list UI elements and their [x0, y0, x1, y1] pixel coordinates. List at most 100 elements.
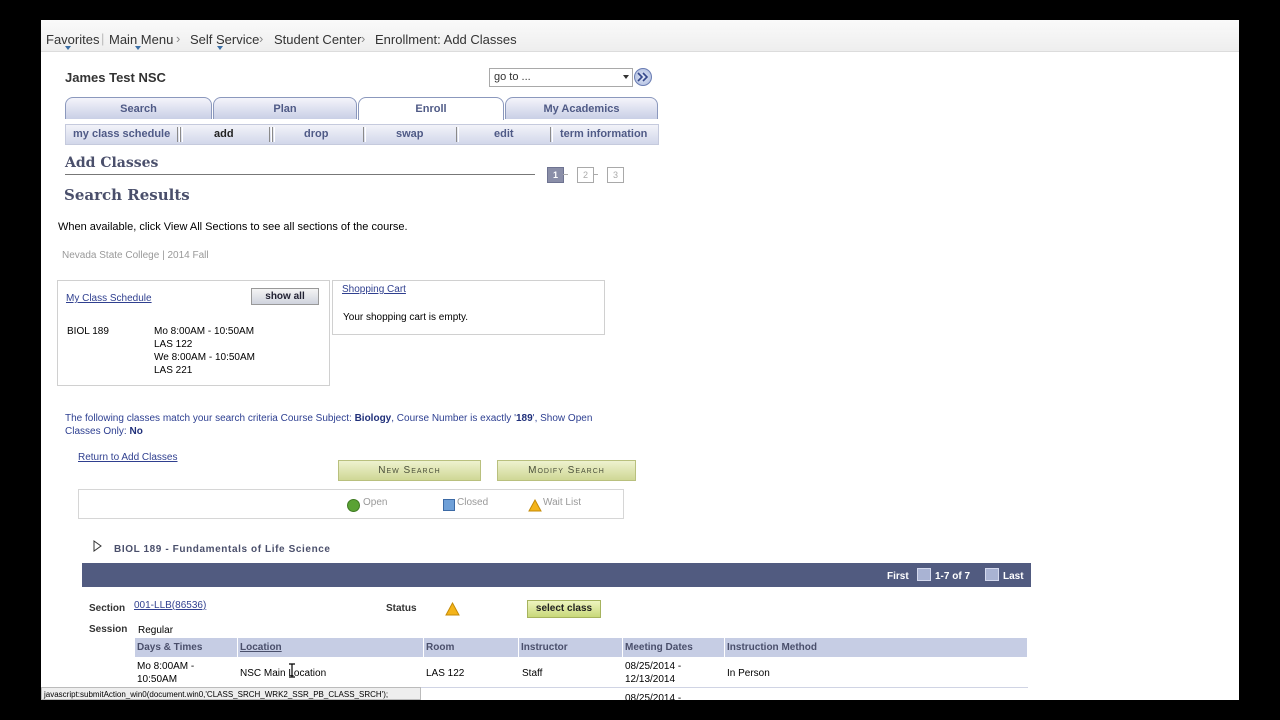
previous-icon[interactable]	[917, 568, 931, 581]
new-search-button[interactable]: New Search	[338, 460, 481, 481]
chevron-down-icon	[217, 46, 223, 50]
goto-select[interactable]: go to ...	[489, 68, 633, 87]
cart-empty-text: Your shopping cart is empty.	[343, 312, 469, 323]
section-heading: Search Results	[64, 186, 190, 204]
page: Favorites | Main Menu › Self Service › S…	[41, 20, 1239, 700]
col-instruction-method: Instruction Method	[725, 638, 1028, 657]
nav-range: 1-7 of 7	[935, 571, 971, 582]
criteria-number: 189	[515, 413, 533, 424]
divider	[180, 127, 183, 142]
col-location[interactable]: Location	[238, 638, 424, 657]
wait-list-icon	[528, 499, 542, 512]
shopping-cart-link[interactable]: Shopping Cart	[342, 284, 406, 295]
divider	[363, 127, 366, 142]
cell-instructor: Staff	[522, 668, 543, 679]
subtab-drop[interactable]: drop	[304, 128, 328, 140]
chevron-right-icon: ›	[176, 31, 181, 46]
subtab-add[interactable]: add	[214, 128, 234, 140]
tab-search[interactable]: Search	[65, 97, 212, 119]
breadcrumb: Favorites | Main Menu › Self Service › S…	[41, 20, 1239, 52]
go-button[interactable]	[634, 68, 652, 86]
instruction-text: When available, click View All Sections …	[58, 221, 408, 233]
legend-open-label: Open	[363, 497, 388, 508]
divider	[65, 174, 535, 175]
open-status-icon	[347, 499, 360, 512]
schedule-line: LAS 221	[154, 365, 193, 376]
subtab-bar: my class schedule add drop swap edit ter…	[65, 124, 659, 145]
breadcrumb-self-service[interactable]: Self Service	[190, 32, 259, 47]
cell-room: LAS 122	[426, 668, 465, 679]
shopping-cart-box: Shopping Cart Your shopping cart is empt…	[332, 280, 605, 335]
session-value: Regular	[138, 625, 174, 636]
browser-status-bar: javascript:submitAction_win0(document.wi…	[41, 687, 421, 700]
tab-plan[interactable]: Plan	[213, 97, 357, 119]
select-class-button[interactable]: select class	[527, 600, 601, 618]
my-class-schedule-link[interactable]: My Class Schedule	[66, 293, 152, 304]
class-schedule-box: My Class Schedule show all BIOL 189 Mo 8…	[57, 280, 330, 386]
subtab-my-class-schedule[interactable]: my class schedule	[73, 128, 170, 140]
chevron-right-icon: ›	[361, 31, 366, 46]
divider	[456, 127, 459, 142]
schedule-course: BIOL 189	[67, 326, 109, 337]
cell-meeting-dates: 08/25/2014 - 12/13/2014	[625, 661, 682, 685]
step-indicator-1: 1	[547, 167, 564, 183]
subtab-edit[interactable]: edit	[494, 128, 514, 140]
text-cursor-icon	[289, 663, 295, 678]
expand-triangle-icon[interactable]	[93, 540, 102, 552]
search-criteria-text: The following classes match your search …	[65, 412, 595, 438]
section-link[interactable]: 001-LLB(86536)	[134, 600, 206, 611]
page-title: Add Classes	[65, 155, 159, 171]
breadcrumb-main-menu[interactable]: Main Menu	[109, 32, 173, 47]
divider	[593, 174, 598, 175]
breadcrumb-student-center[interactable]: Student Center	[274, 32, 361, 47]
subtab-term-information[interactable]: term information	[560, 128, 647, 140]
subtab-swap[interactable]: swap	[396, 128, 424, 140]
cell-location: NSC Main Location	[240, 668, 327, 679]
wait-list-status-icon	[445, 602, 460, 616]
divider	[272, 127, 275, 142]
col-instructor: Instructor	[519, 638, 623, 657]
legend-closed-label: Closed	[457, 497, 489, 508]
course-title: BIOL 189 - Fundamentals of Life Science	[114, 544, 331, 555]
col-room: Room	[424, 638, 519, 657]
tab-my-academics[interactable]: My Academics	[505, 97, 658, 119]
user-name: James Test NSC	[65, 70, 166, 85]
closed-status-icon	[443, 499, 455, 511]
status-legend: Open Closed Wait List	[78, 489, 624, 519]
section-label: Section	[89, 603, 126, 614]
breadcrumb-current: Enrollment: Add Classes	[375, 32, 517, 47]
step-indicator-2: 2	[577, 167, 594, 183]
col-days-times: Days & Times	[135, 638, 238, 657]
cell-instruction-method: In Person	[727, 668, 770, 679]
return-to-add-classes-link[interactable]: Return to Add Classes	[78, 452, 178, 463]
cell-days-times: Mo 8:00AM - 10:50AM	[137, 661, 195, 685]
criteria-mid: , Course Number is exactly '	[391, 413, 516, 424]
double-chevron-right-icon	[637, 72, 649, 82]
schedule-line: LAS 122	[154, 339, 193, 350]
section-nav-bar: First 1-7 of 7 Last	[82, 563, 1031, 587]
term-label: Nevada State College | 2014 Fall	[62, 250, 209, 261]
divider: |	[101, 31, 105, 46]
schedule-line: We 8:00AM - 10:50AM	[154, 352, 255, 363]
nav-last[interactable]: Last	[1003, 571, 1024, 582]
nav-first[interactable]: First	[887, 571, 909, 582]
legend-wait-list-label: Wait List	[543, 497, 581, 508]
modify-search-button[interactable]: Modify Search	[497, 460, 636, 481]
breadcrumb-favorites[interactable]: Favorites	[46, 32, 99, 47]
show-all-button[interactable]: show all	[251, 288, 319, 305]
dropdown-arrow-icon	[623, 75, 629, 79]
divider	[563, 174, 568, 175]
chevron-down-icon	[135, 46, 141, 50]
schedule-line: Mo 8:00AM - 10:50AM	[154, 326, 255, 337]
cell-meeting-dates: 08/25/2014 -	[625, 693, 682, 700]
goto-value: go to ...	[494, 71, 531, 83]
status-label: Status	[386, 603, 417, 614]
divider	[550, 127, 553, 142]
tab-enroll[interactable]: Enroll	[358, 97, 504, 120]
next-icon[interactable]	[985, 568, 999, 581]
col-meeting-dates: Meeting Dates	[623, 638, 725, 657]
chevron-down-icon	[65, 46, 71, 50]
step-indicator-3: 3	[607, 167, 624, 183]
criteria-prefix: The following classes match your search …	[65, 413, 352, 424]
criteria-subject: Biology	[354, 413, 392, 424]
